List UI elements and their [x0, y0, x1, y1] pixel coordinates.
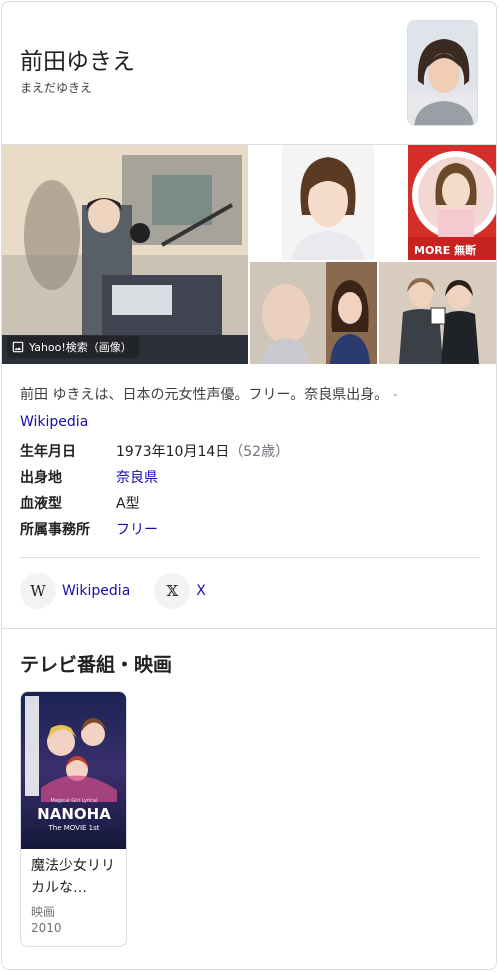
- fact-row-agency: 所属事務所 フリー: [20, 516, 480, 542]
- section-title: テレビ番組・映画: [20, 654, 173, 676]
- fact-key[interactable]: 出身地: [20, 467, 116, 487]
- fact-row-blood-type: 血液型 A型: [20, 490, 480, 516]
- fact-key[interactable]: 血液型: [20, 493, 116, 513]
- page-title: 前田ゆきえ: [20, 49, 135, 75]
- movie-year: 2010: [31, 921, 62, 935]
- divider: [20, 557, 480, 558]
- fact-row-birthdate: 生年月日 1973年10月14日（52歳）: [20, 438, 480, 464]
- fact-value: A型: [116, 496, 140, 512]
- profile-x[interactable]: 𝕏 X: [154, 573, 206, 609]
- image-2[interactable]: [250, 145, 406, 260]
- image-source-badge[interactable]: Yahoo!検索（画像）: [7, 336, 139, 358]
- image-main-photo: [2, 145, 248, 364]
- x-icon: 𝕏: [154, 573, 191, 609]
- poster-text-sub: The MOVIE 1st: [47, 824, 99, 832]
- profile-label: X: [196, 583, 206, 599]
- image-source-label: Yahoo!検索（画像）: [29, 341, 132, 354]
- image-4[interactable]: [250, 262, 377, 364]
- description-source-link[interactable]: Wikipedia: [20, 414, 88, 430]
- profile-wikipedia[interactable]: W Wikipedia: [20, 573, 130, 609]
- svg-text:MORE 無断: MORE 無断: [414, 243, 476, 257]
- movie-card[interactable]: Magical Girl Lyrical NANOHA The MOVIE 1s…: [20, 691, 127, 947]
- poster-text-top: Magical Girl Lyrical: [51, 798, 98, 804]
- image-3[interactable]: MORE 無断: [408, 145, 496, 260]
- image-4-photo: [250, 262, 377, 364]
- fact-row-birthplace: 出身地 奈良県: [20, 464, 480, 490]
- fact-value-link[interactable]: 奈良県: [116, 467, 158, 487]
- movie-title: 魔法少女リリカルな…: [31, 858, 115, 896]
- knowledge-panel: 前田ゆきえ まえだゆきえ Yahoo!検索（画像） MORE 無断 前田 ゆきえ…: [1, 1, 497, 970]
- page-subtitle: まえだゆきえ: [20, 81, 93, 95]
- image-2-photo: [250, 145, 406, 260]
- fact-value: 1973年10月14日（52歳）: [116, 441, 289, 461]
- avatar-photo: [408, 21, 477, 125]
- divider: [2, 628, 496, 629]
- movie-type: 映画: [31, 905, 56, 919]
- profile-label: Wikipedia: [62, 583, 131, 599]
- image-5[interactable]: [379, 262, 496, 364]
- fact-key[interactable]: 生年月日: [20, 441, 116, 461]
- fact-value-link[interactable]: フリー: [116, 519, 158, 539]
- fact-value-text: 1973年10月14日: [116, 444, 230, 460]
- image-3-photo: MORE 無断: [408, 145, 496, 260]
- description-separator: -: [392, 387, 398, 403]
- description-text: 前田 ゆきえは、日本の元女性声優。フリー。奈良県出身。: [20, 387, 389, 403]
- fact-value-extra: （52歳）: [229, 444, 290, 460]
- entity-description: 前田 ゆきえは、日本の元女性声優。フリー。奈良県出身。 - Wikipedia: [20, 382, 480, 436]
- image-icon: [12, 341, 24, 353]
- fact-key[interactable]: 所属事務所: [20, 519, 116, 539]
- facts-list: 生年月日 1973年10月14日（52歳） 出身地 奈良県 血液型 A型 所属事…: [20, 438, 480, 542]
- panel-header: 前田ゆきえ まえだゆきえ: [2, 2, 496, 145]
- profiles-row: W Wikipedia 𝕏 X: [20, 572, 206, 610]
- wikipedia-icon: W: [20, 573, 56, 609]
- image-main[interactable]: Yahoo!検索（画像）: [2, 145, 248, 364]
- avatar[interactable]: [407, 20, 478, 126]
- image-5-photo: [379, 262, 496, 364]
- movie-poster: Magical Girl Lyrical NANOHA The MOVIE 1s…: [21, 692, 126, 849]
- poster-text-main: NANOHA: [37, 805, 111, 823]
